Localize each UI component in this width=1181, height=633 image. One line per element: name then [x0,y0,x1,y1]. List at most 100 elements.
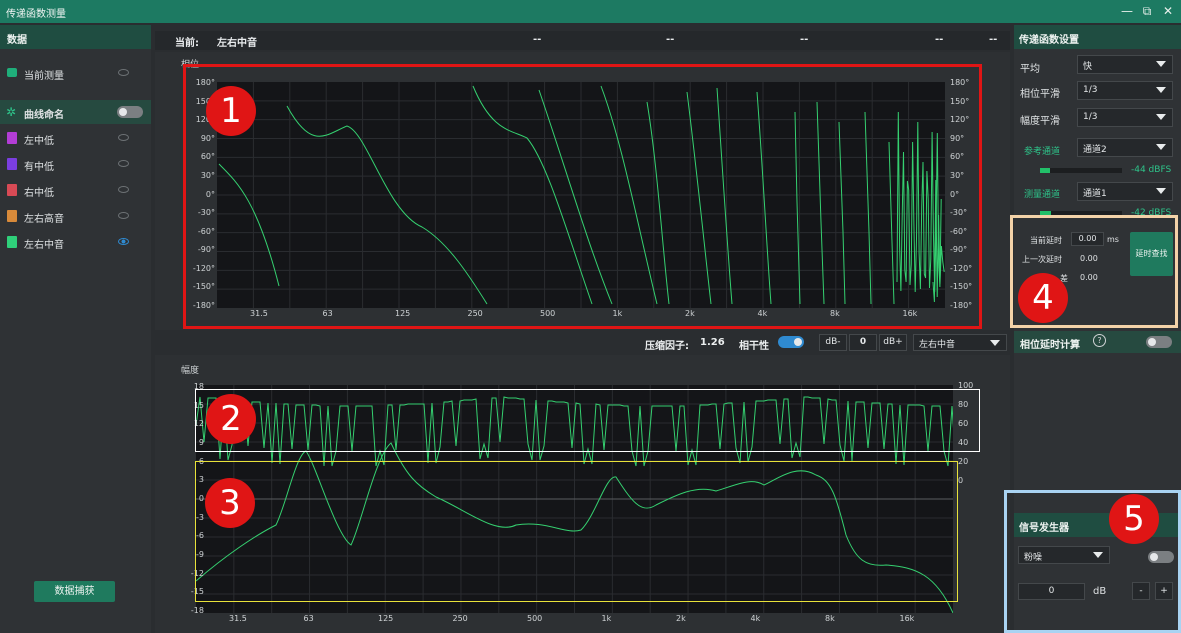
annotation-badge-5: 5 [1109,494,1159,544]
phase-smooth-label: 相位平滑 [1020,89,1060,100]
curve-naming-toggle[interactable] [117,106,143,118]
chart-toolbar: 压缩因子: 1.26 相干性 dB- 0 dB+ 左右中音 [155,332,1010,354]
current-measurement-label: 当前测量 [24,71,64,82]
current-bar: 当前: 左右中音 -- -- -- -- -- [155,31,1010,50]
chevron-down-icon [1156,188,1166,194]
current-value: -- [935,34,944,45]
current-value: -- [533,34,542,45]
average-value: 快 [1083,62,1093,72]
phase-smooth-value: 1/3 [1083,85,1098,95]
eye-icon[interactable] [118,212,129,219]
curve-naming-label: 曲线命名 [24,110,64,121]
annotation-box-3 [195,461,958,602]
curve-item[interactable]: 左右中音 [0,230,151,254]
curve-item[interactable]: 右中低 [0,178,151,202]
coherence-label: 相干性 [739,341,769,352]
eye-icon[interactable] [118,69,129,76]
help-icon[interactable]: ? [1093,334,1106,347]
ref-channel-dropdown[interactable]: 通道2 [1077,138,1173,157]
curve-name: 有中低 [24,162,54,173]
axis-tick-label: 8k [825,614,835,623]
ref-channel-value: 通道2 [1083,145,1107,155]
eye-icon[interactable] [118,186,129,193]
eye-icon[interactable] [118,160,129,167]
tf-settings-header: 传递函数设置 [1014,25,1181,49]
meas-channel-value: 通道1 [1083,189,1107,199]
ref-channel-label: 参考通道 [1024,147,1061,157]
magnitude-label: 幅度 [181,366,200,376]
chevron-down-icon [1156,87,1166,93]
phase-delay-label: 相位延时计算 [1020,340,1080,351]
meas-channel-dropdown[interactable]: 通道1 [1077,182,1173,201]
db-plus-button[interactable]: dB+ [879,334,907,351]
restore-button[interactable]: ⧉ [1138,2,1156,20]
axis-tick-label: 63 [303,614,314,623]
file-icon [7,236,17,248]
curve-item[interactable]: 左右高音 [0,204,151,228]
curve-name: 右中低 [24,188,54,199]
measurement-icon [7,68,17,77]
annotation-badge-4: 4 [1018,273,1068,323]
curve-item[interactable]: 左中低 [0,126,151,150]
curve-name: 左右中音 [24,240,64,251]
file-icon [7,158,17,170]
chevron-down-icon [1156,114,1166,120]
annotation-badge-1: 1 [206,86,256,136]
ref-level-meter [1040,168,1122,173]
window-title: 传递函数测量 [6,9,66,20]
annotation-box-2 [195,389,980,452]
current-value: -- [666,34,675,45]
average-dropdown[interactable]: 快 [1077,55,1173,74]
average-label: 平均 [1020,64,1040,75]
chevron-down-icon [1156,144,1166,150]
curve-naming-row: ✲ 曲线命名 [0,100,151,124]
coherence-toggle[interactable] [778,336,804,348]
current-measurement-row[interactable]: 当前测量 [0,61,151,85]
file-icon [7,210,17,222]
axis-tick-label: 250 [452,614,468,623]
current-label: 当前: [175,38,199,49]
chevron-down-icon [1156,61,1166,67]
gear-icon: ✲ [6,105,17,119]
eye-icon[interactable] [118,134,129,141]
phase-delay-row: 相位延时计算 ? [1014,331,1181,353]
axis-tick-label: 4k [750,614,761,623]
data-panel: 数据 当前测量 ✲ 曲线命名 左中低 有中低 右中低 左右高音 左右中音 数据捕… [0,25,151,633]
data-panel-header: 数据 [0,25,151,49]
annotation-badge-2: 2 [206,394,256,444]
axis-tick-label: 16k [899,614,915,623]
ref-level: -44 dBFS [1131,165,1172,175]
db-value[interactable]: 0 [849,334,877,351]
curve-item[interactable]: 有中低 [0,152,151,176]
mag-smooth-dropdown[interactable]: 1/3 [1077,108,1173,127]
db-minus-button[interactable]: dB- [819,334,847,351]
compression-label: 压缩因子: [645,341,689,352]
axis-tick-label: 500 [527,614,543,623]
current-curve-name: 左右中音 [217,38,257,49]
capture-data-button[interactable]: 数据捕获 [34,581,115,602]
minimize-button[interactable]: — [1118,2,1136,20]
axis-tick-label: 31.5 [229,614,247,623]
axis-tick-label: 20 [958,457,969,466]
axis-tick-label: 1k [601,614,612,623]
compression-value: 1.26 [700,337,725,348]
close-button[interactable]: ✕ [1159,2,1177,20]
mag-smooth-value: 1/3 [1083,112,1098,122]
mag-smooth-label: 幅度平滑 [1020,116,1060,127]
phase-smooth-dropdown[interactable]: 1/3 [1077,81,1173,100]
chevron-down-icon [990,340,1000,346]
eye-icon[interactable] [118,238,129,245]
axis-tick-label: 0 [958,476,964,485]
meas-channel-label: 测量通道 [1024,190,1061,200]
axis-tick-label: -18 [190,606,204,615]
axis-tick-label: 125 [378,614,394,623]
file-icon [7,184,17,196]
annotation-box-1 [183,64,982,329]
phase-delay-toggle[interactable] [1146,336,1172,348]
curve-name: 左右高音 [24,214,64,225]
curve-select-dropdown[interactable]: 左右中音 [913,334,1007,351]
axis-tick-label: 2k [676,614,686,623]
current-value: -- [989,34,998,45]
curve-select-value: 左右中音 [919,340,956,350]
title-bar: 传递函数测量 — ⧉ ✕ [0,0,1181,23]
